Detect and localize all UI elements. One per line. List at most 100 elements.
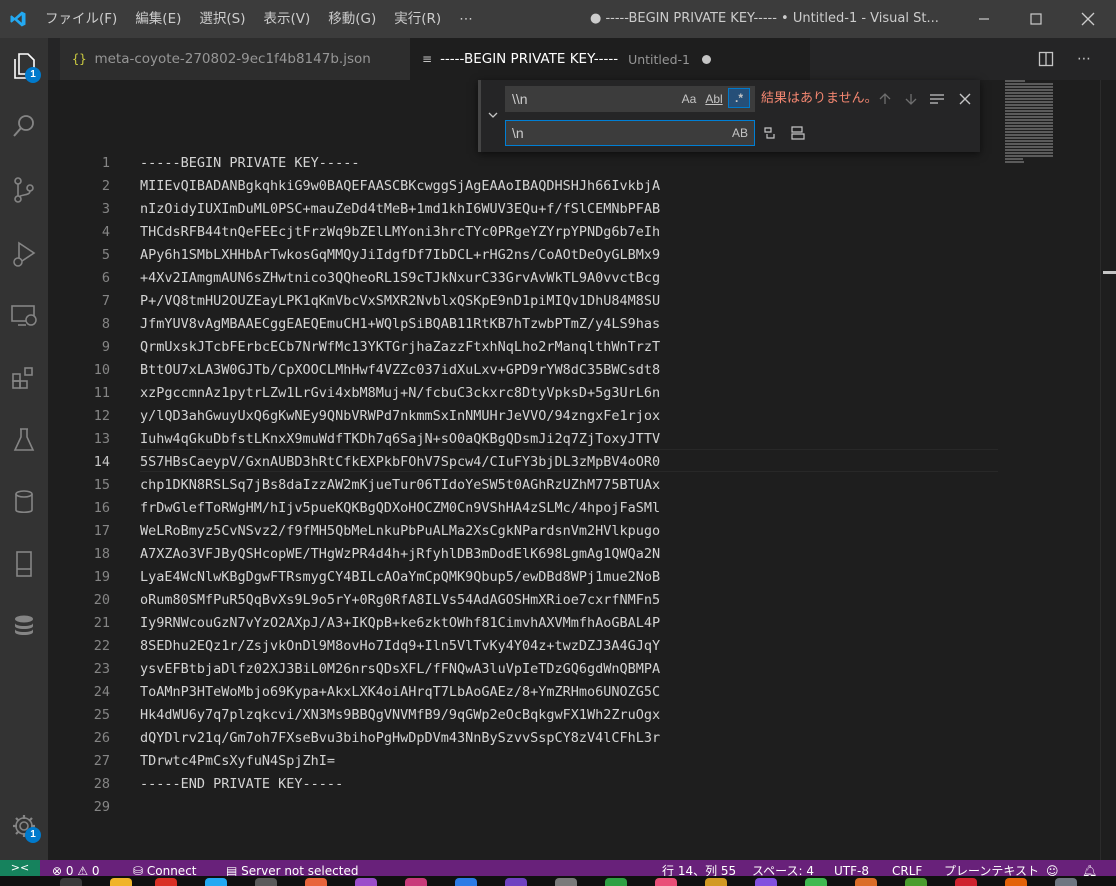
- code-line[interactable]: APy6h1SMbLXHHbArTwkosGqMMQyJiIdgfDf7IbDC…: [140, 244, 1000, 267]
- device-button[interactable]: [0, 540, 48, 588]
- testing-button[interactable]: [0, 416, 48, 464]
- code-line[interactable]: ysvEFBtbjaDlfz02XJ3BiL0M26nrsQDsXFL/fFNQ…: [140, 658, 1000, 681]
- split-editor-button[interactable]: [1028, 38, 1064, 80]
- server-indicator[interactable]: ▤ Server not selected: [226, 860, 358, 876]
- code-lines[interactable]: -----BEGIN PRIVATE KEY----- MIIEvQIBADANB…: [140, 152, 1000, 819]
- toggle-replace-button[interactable]: [485, 107, 501, 123]
- code-line[interactable]: JfmYUV8vAgMBAAECggEAEQEmuCH1+WQlpSiBQAB1…: [140, 313, 1000, 336]
- code-line[interactable]: MIIEvQIBADANBgkqhkiG9w0BAQEFAASCBKcwggSj…: [140, 175, 1000, 198]
- menu-view[interactable]: 表示(V): [255, 0, 320, 38]
- menu-more[interactable]: ⋯: [450, 0, 482, 38]
- code-line[interactable]: WeLRoBmyz5CvNSvz2/f9fMH5QbMeLnkuPbPuALMa…: [140, 520, 1000, 543]
- minimap[interactable]: [1005, 80, 1055, 163]
- manage-button[interactable]: 1: [0, 802, 48, 850]
- search-button[interactable]: [0, 102, 48, 150]
- taskbar-app-icon[interactable]: [855, 878, 877, 886]
- replace-all-button[interactable]: [787, 122, 809, 144]
- taskbar-app-icon[interactable]: [605, 878, 627, 886]
- vertical-scrollbar[interactable]: [1100, 80, 1116, 860]
- taskbar-app-icon[interactable]: [705, 878, 727, 886]
- code-line[interactable]: QrmUxskJTcbFErbcECb7NrWfMc13YKTGrjhaZazz…: [140, 336, 1000, 359]
- code-line[interactable]: 8SEDhu2EQz1r/ZsjvkOnDl9M8ovHo7Idq9+Iln5V…: [140, 635, 1000, 658]
- code-line[interactable]: A7XZAo3VFJByQSHcopWE/THgWzPR4d4h+jRfyhlD…: [140, 543, 1000, 566]
- code-line[interactable]: xzPgccmnAz1pytrLZw1LrGvi4xbM8Muj+N/fcbuC…: [140, 382, 1000, 405]
- taskbar-app-icon[interactable]: [755, 878, 777, 886]
- code-line[interactable]: y/lQD3ahGwuyUxQ6gKwNEy9QNbVRWPd7nkmmSxIn…: [140, 405, 1000, 428]
- code-line[interactable]: +4Xv2IAmgmAUN6sZHwtnico3QQheoRL1S9cTJkNx…: [140, 267, 1000, 290]
- problems-indicator[interactable]: ⊗ 0 ⚠ 0: [52, 860, 100, 876]
- explorer-button[interactable]: 1: [0, 42, 48, 90]
- taskbar-app-icon[interactable]: [305, 878, 327, 886]
- unsaved-dot-icon[interactable]: [702, 54, 711, 64]
- next-match-button[interactable]: [900, 88, 922, 110]
- taskbar-folder-icon[interactable]: [110, 878, 132, 886]
- menu-run[interactable]: 実行(R): [385, 0, 450, 38]
- end-of-line[interactable]: CRLF: [892, 860, 922, 876]
- code-line[interactable]: -----BEGIN PRIVATE KEY-----: [140, 152, 1000, 175]
- whole-word-toggle[interactable]: Abl: [703, 89, 725, 109]
- code-line[interactable]: LyaE4WcNlwKBgDgwFTRsmygCY4BILcAOaYmCpQMK…: [140, 566, 1000, 589]
- code-line[interactable]: -----END PRIVATE KEY-----: [140, 773, 1000, 796]
- run-debug-button[interactable]: [0, 230, 48, 278]
- code-line[interactable]: frDwGlefToRWgHM/hIjv5pueKQKBgQDXoHOCZM0C…: [140, 497, 1000, 520]
- code-line[interactable]: Iy9RNWcouGzN7vYzO2AXpJ/A3+IKQpB+ke6zktOW…: [140, 612, 1000, 635]
- editor-area[interactable]: 1 2 3 4 5 6 7 8 9 10 11 12 13 14 15 16 17 18 19 20 21 22 23 24 2…: [48, 80, 1116, 860]
- more-actions-button[interactable]: ⋯: [1066, 38, 1102, 80]
- minimize-button[interactable]: [958, 0, 1010, 38]
- replace-input[interactable]: \n: [505, 120, 755, 146]
- close-window-button[interactable]: [1062, 0, 1114, 38]
- sql-tools-button[interactable]: [0, 602, 48, 650]
- taskbar-app-icon[interactable]: [955, 878, 977, 886]
- code-line[interactable]: BttOU7xLA3W0GJTb/CpXOOCLMhHwf4VZZc037idX…: [140, 359, 1000, 382]
- cursor-position[interactable]: 行 14、列 55: [662, 860, 736, 876]
- menu-file[interactable]: ファイル(F): [36, 0, 126, 38]
- taskbar-app-icon[interactable]: [255, 878, 277, 886]
- code-line[interactable]: P+/VQ8tmHU2OUZEayLPK1qKmVbcVxSMXR2NvblxQ…: [140, 290, 1000, 313]
- code-line[interactable]: Hk4dWU6y7q7plzqkcvi/XN3Ms9BBQgVNVMfB9/9q…: [140, 704, 1000, 727]
- code-line[interactable]: ToAMnP3HTeWoMbjo69Kypa+AkxLXK4oiAHrqT7Lb…: [140, 681, 1000, 704]
- code-line[interactable]: chp1DKN8RSLSq7jBs8daIzzAW2mKjueTur06TIdo…: [140, 474, 1000, 497]
- code-line[interactable]: [140, 796, 1000, 819]
- code-line[interactable]: dQYDlrv21q/Gm7oh7FXseBvu3bihoPgHwDpDVm43…: [140, 727, 1000, 750]
- maximize-button[interactable]: [1010, 0, 1062, 38]
- taskbar-app-icon[interactable]: [555, 878, 577, 886]
- regex-toggle[interactable]: .*: [728, 88, 750, 108]
- menu-go[interactable]: 移動(G): [319, 0, 385, 38]
- source-control-button[interactable]: [0, 166, 48, 214]
- replace-button[interactable]: [759, 122, 781, 144]
- taskbar-app-icon[interactable]: [655, 878, 677, 886]
- encoding[interactable]: UTF-8: [834, 860, 869, 876]
- database-button[interactable]: [0, 478, 48, 526]
- preserve-case-toggle[interactable]: AB: [729, 123, 751, 143]
- tab-untitled[interactable]: ≡ -----BEGIN PRIVATE KEY----- Untitled-1: [410, 38, 810, 80]
- code-line[interactable]: 5S7HBsCaeypV/GxnAUBD3hRtCfkEXPkbFOhV7Spc…: [140, 451, 1000, 474]
- taskbar-app-icon[interactable]: [1005, 878, 1027, 886]
- taskbar-app-icon[interactable]: [505, 878, 527, 886]
- extensions-button[interactable]: [0, 354, 48, 402]
- menu-selection[interactable]: 選択(S): [190, 0, 254, 38]
- taskbar-app-icon[interactable]: [905, 878, 927, 886]
- code-line[interactable]: Iuhw4qGkuDbfstLKnxX9muWdfTKDh7q6SajN+sO0…: [140, 428, 1000, 451]
- tab-json-file[interactable]: {} meta-coyote-270802-9ec1f4b8147b.json: [60, 38, 410, 80]
- taskbar-chrome-icon[interactable]: [155, 878, 177, 886]
- code-line[interactable]: THCdsRFB44tnQeFEEcjtFrzWq9bZElLMYoni3hrc…: [140, 221, 1000, 244]
- find-in-selection-button[interactable]: [926, 88, 948, 110]
- language-mode[interactable]: プレーンテキスト: [944, 860, 1039, 876]
- taskbar-app-icon[interactable]: [405, 878, 427, 886]
- feedback-icon[interactable]: ☺: [1046, 860, 1059, 876]
- taskbar-app-icon[interactable]: [455, 878, 477, 886]
- match-case-toggle[interactable]: Aa: [679, 89, 699, 109]
- taskbar-app-icon[interactable]: [355, 878, 377, 886]
- taskbar-app-icon[interactable]: [1055, 878, 1077, 886]
- taskbar-vscode-icon[interactable]: [205, 878, 227, 886]
- taskbar-app-icon[interactable]: [805, 878, 827, 886]
- connect-indicator[interactable]: ⛁ Connect: [133, 860, 197, 876]
- remote-indicator[interactable]: ><: [0, 860, 40, 876]
- notifications-icon[interactable]: 🔔︎: [1082, 860, 1097, 876]
- menu-edit[interactable]: 編集(E): [126, 0, 190, 38]
- close-find-button[interactable]: [954, 88, 976, 110]
- code-line[interactable]: TDrwtc4PmCsXyfuN4SpjZhI=: [140, 750, 1000, 773]
- remote-explorer-button[interactable]: [0, 292, 48, 340]
- indentation[interactable]: スペース: 4: [752, 860, 814, 876]
- code-line[interactable]: nIzOidyIUXImDuML0PSC+mauZeDd4tMeB+1md1kh…: [140, 198, 1000, 221]
